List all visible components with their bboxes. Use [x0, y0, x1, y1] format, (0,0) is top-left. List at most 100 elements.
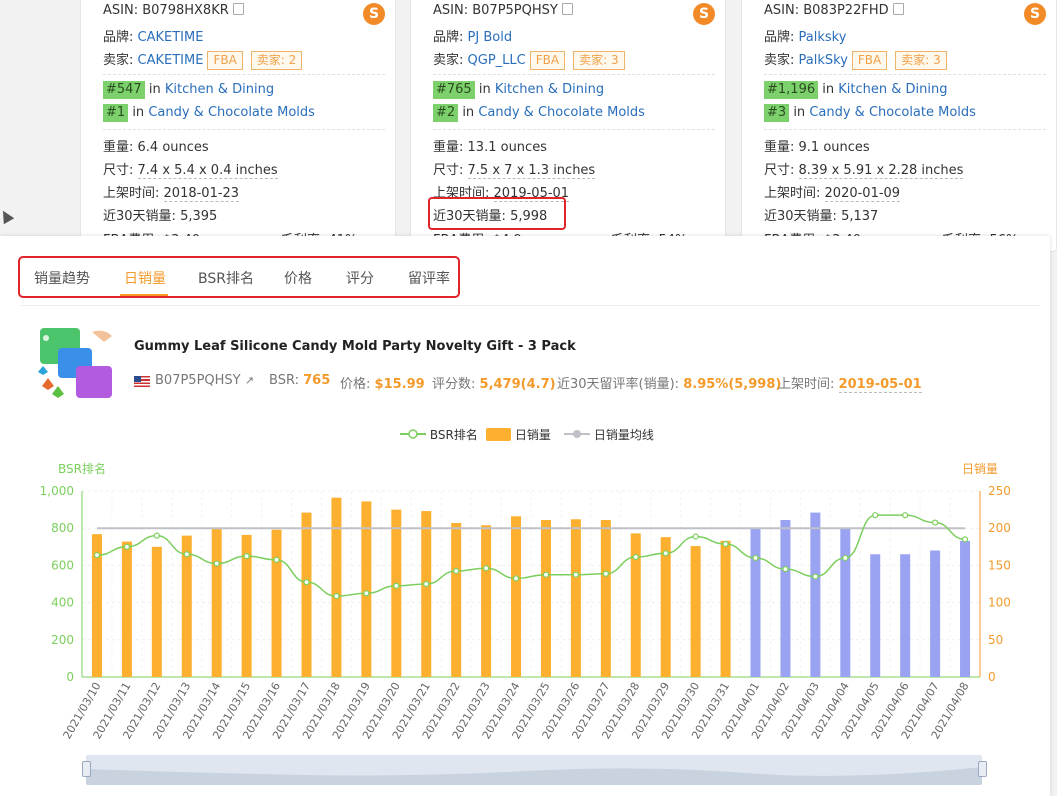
sales-bar — [451, 522, 462, 677]
sales-bar — [540, 520, 551, 677]
bsr-point — [363, 590, 370, 597]
copy-icon[interactable] — [892, 3, 904, 15]
zoom-handle-left[interactable] — [82, 761, 91, 777]
category-link[interactable]: Kitchen & Dining — [495, 82, 604, 97]
y-tick-left: 800 — [51, 521, 74, 535]
sales-bar — [331, 497, 342, 677]
fba-badge: FBA — [529, 51, 566, 70]
sales-bar — [301, 512, 312, 677]
category-link[interactable]: Kitchen & Dining — [838, 82, 947, 97]
brand-logo-icon[interactable]: S — [1024, 3, 1046, 25]
divider — [433, 129, 715, 130]
y-tick-right: 50 — [988, 633, 1003, 647]
brand-label: 品牌: — [764, 30, 795, 45]
zoom-handle-right[interactable] — [978, 761, 987, 777]
brand-link[interactable]: PJ Bold — [468, 30, 513, 45]
brand-label: 品牌: — [433, 30, 464, 45]
bsr-point — [483, 565, 490, 572]
bsr-point — [273, 556, 280, 563]
sales-bar — [960, 540, 971, 677]
seller-count-badge[interactable]: 卖家: 2 — [250, 51, 303, 70]
sales-bar — [720, 540, 731, 677]
sales-bar — [481, 525, 492, 677]
sales-bar — [810, 512, 821, 677]
sales-bar — [121, 541, 132, 677]
divider — [764, 74, 1046, 75]
seller-link[interactable]: QGP_LLC — [468, 53, 526, 68]
sales-bar — [600, 520, 611, 677]
y-tick-right: 250 — [988, 484, 1011, 498]
sales-30d-value: 5,137 — [841, 209, 879, 224]
sales-bar — [750, 528, 761, 677]
category-link[interactable]: Candy & Chocolate Molds — [478, 105, 645, 120]
rank-badge: #1 — [103, 104, 129, 122]
asin-value[interactable]: B083P22FHD — [803, 3, 888, 18]
y-tick-left: 400 — [51, 596, 74, 610]
seller-label: 卖家: — [103, 53, 134, 68]
size-value: 7.5 x 7 x 1.3 inches — [467, 163, 596, 179]
y-tick-left: 600 — [51, 558, 74, 572]
sales-bar — [271, 529, 282, 677]
bsr-point — [213, 560, 220, 567]
brand-link[interactable]: Palksky — [799, 30, 847, 45]
bsr-point — [752, 554, 759, 562]
bsr-point — [423, 580, 430, 588]
listed-date-value: 2018-01-23 — [163, 186, 240, 202]
bsr-point — [243, 553, 250, 560]
bsr-point — [692, 533, 699, 540]
brand-logo-icon[interactable]: S — [363, 3, 385, 25]
bsr-point — [542, 571, 550, 578]
sales-bar — [391, 509, 402, 677]
rank-badge: #765 — [433, 81, 475, 99]
bsr-point — [662, 550, 669, 557]
seller-count-badge[interactable]: 卖家: 3 — [573, 51, 625, 70]
seller-label: 卖家: — [764, 53, 795, 68]
asin-value[interactable]: B07P5PQHSY — [472, 3, 558, 18]
divider — [433, 74, 715, 75]
bsr-point — [872, 512, 879, 519]
copy-icon[interactable] — [561, 3, 573, 15]
seller-label: 卖家: — [433, 53, 464, 68]
weight-value: 6.4 ounces — [137, 140, 209, 155]
fba-badge: FBA — [851, 51, 888, 70]
seller-link[interactable]: PalkSky — [799, 53, 848, 68]
sales-bar — [900, 554, 911, 677]
zoom-slider[interactable] — [86, 755, 982, 785]
mouse-cursor-icon — [0, 207, 15, 225]
asin-value[interactable]: B0798HX8KR — [142, 3, 229, 18]
brand-link[interactable]: CAKETIME — [138, 30, 204, 45]
y-tick-left: 1,000 — [40, 484, 74, 498]
bsr-point — [153, 532, 160, 539]
brand-label: 品牌: — [103, 30, 134, 45]
seller-link[interactable]: CAKETIME — [138, 53, 204, 68]
size-value: 8.39 x 5.91 x 2.28 inches — [798, 163, 964, 179]
y-axis-label-right: 日销量 — [962, 462, 998, 476]
bsr-point — [512, 575, 520, 582]
sales-bar — [570, 519, 581, 677]
sales-bar — [690, 546, 701, 677]
product-card: ASIN: B0798HX8KR S 品牌: CAKETIME 卖家: CAKETIM… — [80, 0, 396, 252]
bsr-point — [602, 570, 609, 577]
asin-label: ASIN: — [433, 3, 469, 18]
sales-bar — [151, 546, 162, 677]
rank-badge: #1,196 — [764, 81, 819, 99]
category-link[interactable]: Candy & Chocolate Molds — [148, 105, 315, 120]
rank-badge: #2 — [433, 104, 459, 122]
bsr-point — [303, 579, 310, 586]
y-tick-left: 0 — [66, 670, 74, 684]
category-link[interactable]: Candy & Chocolate Molds — [809, 105, 976, 120]
rank-badge: #3 — [764, 104, 790, 122]
y-axis-label-left: BSR排名 — [58, 461, 106, 476]
y-tick-right: 100 — [988, 596, 1011, 610]
category-link[interactable]: Kitchen & Dining — [165, 82, 274, 97]
bsr-point — [393, 582, 400, 589]
brand-logo-icon[interactable]: S — [693, 3, 715, 25]
sales-bsr-chart: 0 0 200 50 400 100 600 150 800 200 1,000 250 BSR排名 日销… — [40, 461, 1011, 741]
bsr-point — [632, 553, 639, 561]
seller-count-badge[interactable]: 卖家: 3 — [895, 51, 947, 70]
asin-label: ASIN: — [103, 3, 139, 18]
y-tick-right: 200 — [988, 521, 1011, 535]
sales-bar — [840, 528, 851, 677]
rank-badge: #547 — [103, 81, 145, 99]
copy-icon[interactable] — [232, 3, 244, 15]
